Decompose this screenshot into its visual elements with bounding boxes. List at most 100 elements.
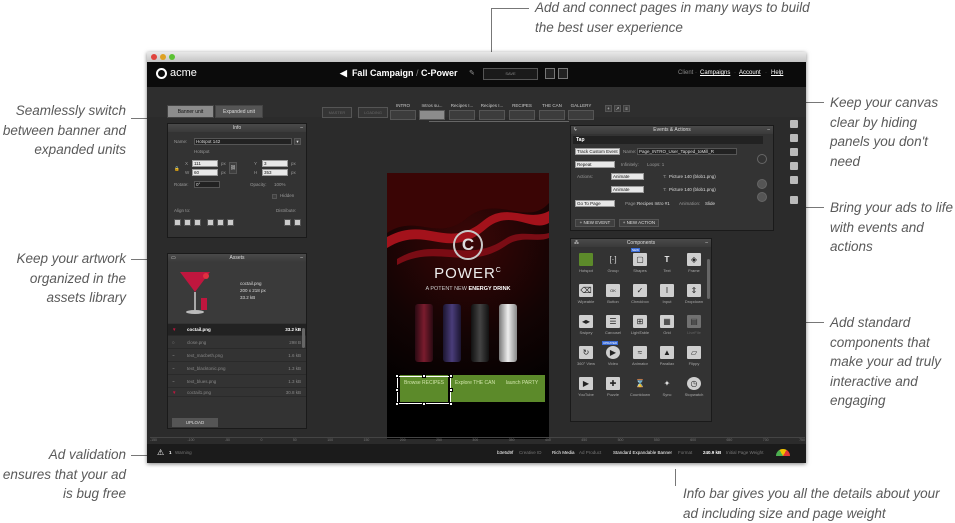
- resize-handle[interactable]: [395, 388, 399, 392]
- new-action-button[interactable]: + NEW ACTION: [619, 219, 659, 227]
- event-name-field[interactable]: Page_INTRO_User_Tapped_toMill_R: [637, 148, 737, 155]
- warning-count[interactable]: 1: [169, 450, 172, 455]
- asset-row[interactable]: ○ close.png 298 B: [168, 337, 306, 349]
- campaign-name[interactable]: Fall Campaign: [352, 68, 414, 78]
- warning-icon[interactable]: ⚠: [157, 448, 164, 457]
- asset-row[interactable]: ▼ coctail1.png 30.8 kB: [168, 389, 306, 397]
- x-field[interactable]: 111: [192, 160, 218, 167]
- info-panel-toggle-icon[interactable]: [790, 120, 798, 128]
- close-window-button[interactable]: [151, 54, 157, 60]
- page-tab-recipes-2[interactable]: Recipes I...: [479, 103, 505, 120]
- cta-launch-party[interactable]: launch PARTY: [499, 375, 545, 402]
- name-field[interactable]: Hotspot 142: [194, 138, 292, 145]
- align-center-icon[interactable]: [184, 219, 191, 226]
- page-tab-loading[interactable]: LOADING: [358, 106, 388, 122]
- page-tab-intro[interactable]: INTRO: [390, 103, 416, 120]
- page-settings-icon[interactable]: ≡: [623, 105, 630, 112]
- component-checkbox[interactable]: ✓ Checkbox: [628, 284, 652, 308]
- minimize-window-button[interactable]: [160, 54, 166, 60]
- event-type-select[interactable]: Track Custom Event: [575, 148, 620, 155]
- component-grid[interactable]: ▦ Grid: [655, 315, 679, 339]
- resize-handle[interactable]: [395, 374, 399, 378]
- event-circle-icon[interactable]: [757, 154, 767, 164]
- zoom-window-button[interactable]: [169, 54, 175, 60]
- component-sync[interactable]: ✦ Sync: [655, 377, 679, 401]
- y-field[interactable]: 3: [262, 160, 288, 167]
- target-value[interactable]: Picture 140 (blob1.png): [669, 187, 716, 192]
- component-animator[interactable]: ≈ Animator: [628, 346, 652, 370]
- name-dropdown-icon[interactable]: ▾: [294, 138, 301, 145]
- event-circle-icon[interactable]: [757, 179, 767, 189]
- width-field[interactable]: 60: [192, 169, 218, 176]
- resize-handle[interactable]: [422, 402, 426, 406]
- event-group-header[interactable]: Tap: [573, 136, 763, 144]
- asset-row[interactable]: ~ text_blacktonic.png 1.3 kB: [168, 363, 306, 375]
- save-button[interactable]: SAVE: [483, 68, 538, 80]
- page-value[interactable]: Recipes Intro #1: [637, 201, 670, 206]
- component-livefile[interactable]: ▤ LiveFile: [682, 315, 706, 339]
- banner-unit-button[interactable]: Banner unit: [167, 105, 214, 118]
- asset-row[interactable]: ▼ coctail.png 33.2 kB: [168, 324, 306, 336]
- action-select[interactable]: Animate: [611, 186, 644, 193]
- component-wipeable[interactable]: ⌫ Wipeable: [574, 284, 598, 308]
- asset-row[interactable]: ~ text_macbeth.png 1.6 kB: [168, 350, 306, 362]
- page-tab-recipes-1[interactable]: Recipes I...: [449, 103, 475, 120]
- component-countdown[interactable]: ⌛ Countdown: [628, 377, 652, 401]
- resize-handle[interactable]: [422, 374, 426, 378]
- page-tab-gallery[interactable]: GALLERY: [568, 103, 594, 120]
- align-top-icon[interactable]: [207, 219, 214, 226]
- component-hotspot[interactable]: Hotspot: [574, 253, 598, 277]
- component-frame[interactable]: ◈ Frame: [682, 253, 706, 277]
- component-youtube[interactable]: ▶ YouTube: [574, 377, 598, 401]
- target-value[interactable]: Picture 140 (blob1.png): [669, 174, 716, 179]
- component-group[interactable]: [·] Group: [601, 253, 625, 277]
- upload-button[interactable]: UPLOAD: [172, 418, 218, 427]
- events-panel-toggle-icon[interactable]: [790, 162, 798, 170]
- add-page-icon[interactable]: +: [605, 105, 612, 112]
- nav-client[interactable]: Client: [678, 70, 693, 76]
- lock-icon[interactable]: 🔒: [174, 166, 180, 172]
- nav-account[interactable]: Account: [739, 70, 761, 76]
- action-select[interactable]: Animate: [611, 173, 644, 180]
- component-stopwatch[interactable]: ◷ Stopwatch: [682, 377, 706, 401]
- timeline-panel-toggle-icon[interactable]: [790, 196, 798, 204]
- repeat-select[interactable]: Repeat: [575, 161, 615, 168]
- creative-name[interactable]: C-Power: [421, 68, 458, 78]
- distribute-horizontal-icon[interactable]: [284, 219, 291, 226]
- asset-row[interactable]: ~ text_blues.png 1.3 kB: [168, 376, 306, 388]
- resize-handle[interactable]: [395, 402, 399, 406]
- collapse-icon[interactable]: –: [705, 239, 708, 247]
- assets-panel-header[interactable]: ▭ Assets –: [168, 254, 306, 262]
- component-360-view[interactable]: ↻ 360° View: [574, 346, 598, 370]
- component-flippy[interactable]: ▱ Flippy: [682, 346, 706, 370]
- collapse-icon[interactable]: –: [767, 126, 770, 134]
- components-panel-toggle-icon[interactable]: [790, 176, 798, 184]
- goto-page-select[interactable]: Go To Page: [575, 200, 615, 207]
- new-event-button[interactable]: + NEW EVENT: [575, 219, 615, 227]
- collapse-icon[interactable]: –: [300, 254, 303, 262]
- opacity-value[interactable]: 100%: [274, 182, 286, 187]
- component-shapes[interactable]: NEW ▢ Shapes: [628, 248, 652, 277]
- ad-canvas[interactable]: C POWERC A POTENT NEW ENERGY DRINK Brows…: [387, 173, 549, 439]
- component-parallax[interactable]: ▲ Parallax: [655, 346, 679, 370]
- component-carousel[interactable]: ☰ Carousel: [601, 315, 625, 339]
- align-left-icon[interactable]: [174, 219, 181, 226]
- align-right-icon[interactable]: [194, 219, 201, 226]
- events-panel-header[interactable]: ϟ Events & Actions –: [571, 126, 773, 134]
- hidden-checkbox[interactable]: [272, 194, 277, 199]
- page-tab-recipes[interactable]: RECIPES: [509, 103, 535, 120]
- info-panel-header[interactable]: Info –: [168, 124, 306, 132]
- resize-handle[interactable]: [449, 388, 453, 392]
- cta-explore-can[interactable]: Explore THE CAN: [451, 375, 499, 402]
- component-swipey[interactable]: ◂▸ Swipey: [574, 315, 598, 339]
- link-pages-icon[interactable]: ↗: [614, 105, 621, 112]
- layers-panel-toggle-icon[interactable]: [790, 134, 798, 142]
- height-field[interactable]: 353: [262, 169, 288, 176]
- animation-value[interactable]: Slide: [705, 201, 715, 206]
- component-text[interactable]: T Text: [655, 253, 679, 277]
- page-tab-master[interactable]: MASTER: [322, 106, 352, 122]
- assets-panel-toggle-icon[interactable]: [790, 148, 798, 156]
- components-scrollbar[interactable]: [707, 259, 710, 299]
- component-puzzle[interactable]: ✚ Puzzle: [601, 377, 625, 401]
- align-middle-icon[interactable]: [217, 219, 224, 226]
